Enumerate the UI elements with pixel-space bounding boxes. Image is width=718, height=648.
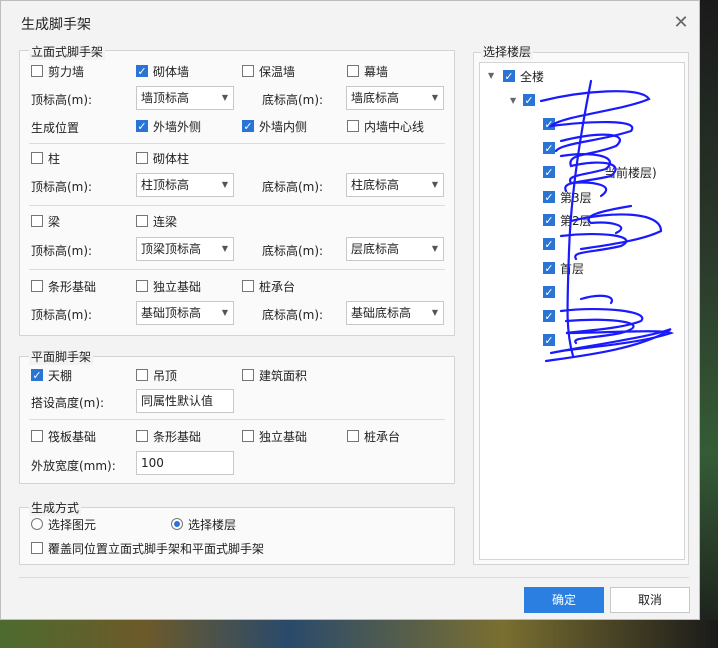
chevron-down-icon: ▼	[221, 308, 228, 317]
plane-isolated-foundation-checkbox[interactable]: 独立基础	[242, 428, 307, 444]
beam-bottom-label: 底标高(m):	[262, 244, 324, 258]
checkbox-icon	[242, 65, 254, 77]
foundation-bottom-label: 底标高(m):	[262, 308, 324, 322]
foundation-top-label: 顶标高(m):	[31, 308, 93, 322]
facade-group-label: 立面式脚手架	[29, 43, 106, 60]
wall-masonry-checkbox[interactable]: ✓ 砌体墙	[136, 63, 189, 79]
foundation-top-select[interactable]: 基础顶标高 ▼	[136, 301, 234, 325]
scribble-redaction	[539, 79, 675, 363]
building-area-checkbox[interactable]: 建筑面积	[242, 367, 307, 383]
wall-top-label: 顶标高(m):	[31, 93, 93, 107]
checkbox-icon	[242, 280, 254, 292]
chevron-down-icon: ▼	[431, 308, 438, 317]
chevron-down-icon: ▼	[431, 244, 438, 253]
checkbox-icon	[31, 152, 43, 164]
strip-foundation-checkbox[interactable]: 条形基础	[31, 278, 96, 294]
checkbox-icon	[136, 369, 148, 381]
ceiling-checkbox[interactable]: ✓ 天棚	[31, 367, 72, 383]
background-scene-bottom	[0, 620, 718, 648]
radio-selected-icon	[171, 518, 183, 530]
column-top-label: 顶标高(m):	[31, 180, 93, 194]
chevron-down-icon: ▼	[431, 93, 438, 102]
wall-bottom-label: 底标高(m):	[262, 93, 324, 107]
checkbox-checked-icon: ✓	[503, 69, 515, 83]
checkbox-icon	[242, 369, 254, 381]
divider	[29, 205, 445, 206]
wall-insulation-checkbox[interactable]: 保温墙	[242, 63, 295, 79]
divider	[29, 143, 445, 144]
width-label: 外放宽度(mm):	[31, 459, 116, 473]
wall-shear-checkbox[interactable]: 剪力墙	[31, 63, 84, 79]
column-top-select[interactable]: 柱顶标高 ▼	[136, 173, 234, 197]
ok-button[interactable]: 确定	[524, 587, 604, 613]
position-outer-inside-checkbox[interactable]: ✓ 外墙内侧	[242, 118, 307, 134]
wall-curtain-checkbox[interactable]: 幕墙	[347, 63, 388, 79]
checkbox-icon	[347, 65, 359, 77]
checkbox-icon	[31, 430, 43, 442]
chevron-down-icon: ▼	[221, 244, 228, 253]
plane-group-label: 平面脚手架	[29, 348, 94, 365]
checkbox-icon	[136, 280, 148, 292]
chevron-down-icon: ▼	[221, 93, 228, 102]
checkbox-checked-icon: ✓	[31, 368, 43, 382]
tree-expand-icon[interactable]: ▼	[488, 71, 494, 80]
masonry-column-checkbox[interactable]: 砌体柱	[136, 150, 189, 166]
checkbox-icon	[31, 542, 43, 554]
plane-strip-foundation-checkbox[interactable]: 条形基础	[136, 428, 201, 444]
checkbox-icon	[347, 430, 359, 442]
height-input[interactable]: 同属性默认值	[136, 389, 234, 413]
beam-top-select[interactable]: 顶梁顶标高 ▼	[136, 237, 234, 261]
checkbox-icon	[136, 152, 148, 164]
background-scene-right	[700, 0, 718, 648]
wall-bottom-select[interactable]: 墙底标高 ▼	[346, 86, 444, 110]
checkbox-icon	[242, 430, 254, 442]
dialog-title: 生成脚手架	[21, 17, 91, 33]
checkbox-checked-icon: ✓	[136, 119, 148, 133]
cancel-button[interactable]: 取消	[610, 587, 690, 613]
divider	[29, 269, 445, 270]
foundation-bottom-select[interactable]: 基础底标高 ▼	[346, 301, 444, 325]
checkbox-icon	[347, 120, 359, 132]
beam-bottom-select[interactable]: 层底标高 ▼	[346, 237, 444, 261]
override-checkbox[interactable]: 覆盖同位置立面式脚手架和平面式脚手架	[31, 540, 264, 556]
select-elements-radio[interactable]: 选择图元	[31, 516, 96, 532]
width-input[interactable]: 100	[136, 451, 234, 475]
checkbox-icon	[31, 215, 43, 227]
column-bottom-label: 底标高(m):	[262, 180, 324, 194]
footer-divider	[19, 577, 689, 578]
column-bottom-select[interactable]: 柱底标高 ▼	[346, 173, 444, 197]
radio-icon	[31, 518, 43, 530]
chevron-down-icon: ▼	[431, 180, 438, 189]
beam-checkbox[interactable]: 梁	[31, 213, 60, 229]
tree-expand-icon[interactable]: ▼	[510, 96, 516, 105]
checkbox-icon	[136, 215, 148, 227]
checkbox-checked-icon: ✓	[242, 119, 254, 133]
position-label: 生成位置	[31, 121, 80, 135]
raft-foundation-checkbox[interactable]: 筏板基础	[31, 428, 96, 444]
wall-top-select[interactable]: 墙顶标高 ▼	[136, 86, 234, 110]
isolated-foundation-checkbox[interactable]: 独立基础	[136, 278, 201, 294]
position-outer-outside-checkbox[interactable]: ✓ 外墙外侧	[136, 118, 201, 134]
checkbox-icon	[31, 280, 43, 292]
pile-cap-checkbox[interactable]: 桩承台	[242, 278, 295, 294]
chevron-down-icon: ▼	[221, 180, 228, 189]
suspended-ceiling-checkbox[interactable]: 吊顶	[136, 367, 177, 383]
divider	[29, 419, 445, 420]
method-group-label: 生成方式	[29, 499, 82, 516]
height-label: 搭设高度(m):	[31, 396, 105, 410]
column-checkbox[interactable]: 柱	[31, 150, 60, 166]
close-icon[interactable]: ✕	[671, 13, 691, 33]
scaffold-dialog: 生成脚手架 ✕ 立面式脚手架 剪力墙 ✓ 砌体墙 保温墙 幕墙 顶标高(m): 墙…	[0, 0, 700, 620]
checkbox-checked-icon: ✓	[136, 64, 148, 78]
floors-group-label: 选择楼层	[481, 43, 534, 60]
checkbox-icon	[31, 65, 43, 77]
coupling-beam-checkbox[interactable]: 连梁	[136, 213, 177, 229]
checkbox-icon	[136, 430, 148, 442]
plane-pile-cap-checkbox[interactable]: 桩承台	[347, 428, 400, 444]
position-inner-center-checkbox[interactable]: 内墙中心线	[347, 118, 424, 134]
select-floors-radio[interactable]: 选择楼层	[171, 516, 236, 532]
beam-top-label: 顶标高(m):	[31, 244, 93, 258]
